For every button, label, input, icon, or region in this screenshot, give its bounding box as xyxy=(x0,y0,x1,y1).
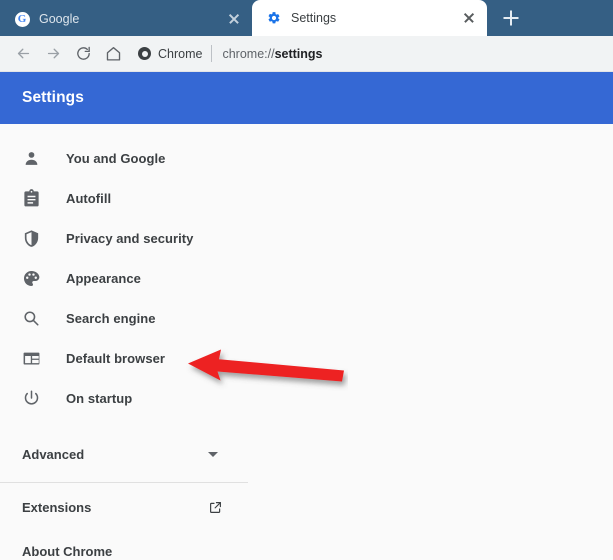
sidebar-item-about-chrome[interactable]: About Chrome xyxy=(0,531,248,560)
tab-close-icon[interactable] xyxy=(226,11,242,27)
shield-icon xyxy=(22,229,44,248)
power-icon xyxy=(22,389,44,408)
omnibox-separator xyxy=(211,45,213,62)
search-icon xyxy=(22,309,44,327)
sidebar-item-autofill[interactable]: Autofill xyxy=(0,178,248,218)
settings-body: You and Google Autofill Privacy and secu… xyxy=(0,124,613,559)
sidebar-item-label: On startup xyxy=(66,390,133,406)
settings-header: Settings xyxy=(0,72,613,124)
tab-title: Google xyxy=(39,12,80,26)
sidebar-item-label: Autofill xyxy=(66,190,112,206)
sidebar-item-appearance[interactable]: Appearance xyxy=(0,258,248,298)
browser-tab-google[interactable]: G Google xyxy=(0,2,252,36)
chrome-page-chip: Chrome xyxy=(138,47,211,61)
sidebar-item-label: You and Google xyxy=(66,150,166,166)
clipboard-icon xyxy=(22,188,44,208)
palette-icon xyxy=(22,269,44,288)
sidebar-item-on-startup[interactable]: On startup xyxy=(0,378,248,418)
settings-sidebar: You and Google Autofill Privacy and secu… xyxy=(0,124,248,560)
sidebar-item-label: Search engine xyxy=(66,310,156,326)
sidebar-item-label: Default browser xyxy=(66,350,165,366)
google-g-icon: G xyxy=(14,11,30,27)
sidebar-item-default-browser[interactable]: Default browser xyxy=(0,338,248,378)
advanced-label: Advanced xyxy=(22,446,85,462)
new-tab-button[interactable] xyxy=(496,3,526,33)
url-bold: settings xyxy=(274,46,323,61)
chip-label: Chrome xyxy=(158,46,203,61)
browser-window-icon xyxy=(22,349,44,368)
tab-close-icon[interactable] xyxy=(461,10,477,26)
sidebar-item-search-engine[interactable]: Search engine xyxy=(0,298,248,338)
tab-title: Settings xyxy=(291,11,337,25)
sidebar-item-advanced[interactable]: Advanced xyxy=(0,432,248,476)
person-icon xyxy=(22,149,44,168)
sidebar-divider xyxy=(0,482,248,483)
tab-strip: G Google Settings xyxy=(0,0,613,36)
sidebar-item-label: About Chrome xyxy=(22,543,113,559)
home-icon[interactable] xyxy=(98,39,128,69)
address-bar[interactable]: Chrome chrome://settings xyxy=(138,41,605,67)
forward-icon[interactable] xyxy=(38,39,68,69)
url-text: chrome://settings xyxy=(222,47,322,61)
reload-icon[interactable] xyxy=(68,39,98,69)
page-title: Settings xyxy=(22,89,84,106)
sidebar-item-extensions[interactable]: Extensions xyxy=(0,487,248,527)
sidebar-item-label: Appearance xyxy=(66,270,141,286)
sidebar-item-privacy-and-security[interactable]: Privacy and security xyxy=(0,218,248,258)
sidebar-item-label: Extensions xyxy=(22,499,92,515)
external-link-icon[interactable] xyxy=(208,500,223,515)
sidebar-item-you-and-google[interactable]: You and Google xyxy=(0,138,248,178)
browser-tab-settings[interactable]: Settings xyxy=(252,0,487,36)
url-prefix: chrome:// xyxy=(222,46,275,61)
sidebar-item-label: Privacy and security xyxy=(66,230,194,246)
back-icon[interactable] xyxy=(8,39,38,69)
gear-icon xyxy=(266,10,282,26)
chevron-down-icon[interactable] xyxy=(208,451,218,457)
browser-toolbar: Chrome chrome://settings xyxy=(0,36,613,72)
chrome-icon xyxy=(138,47,151,60)
